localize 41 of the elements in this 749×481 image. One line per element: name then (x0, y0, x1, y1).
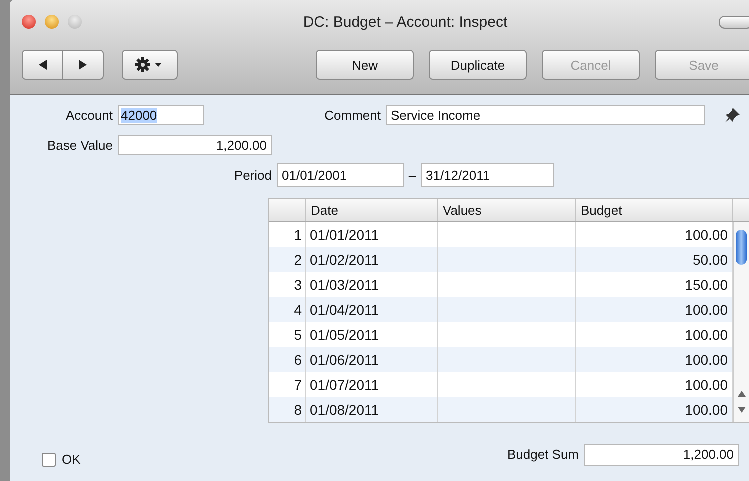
pin-icon[interactable] (724, 106, 742, 124)
field-label: Comment (324, 108, 382, 122)
left-arrow-icon (38, 60, 48, 70)
account-field[interactable]: 42000 (118, 105, 204, 125)
range-separator: – (408, 168, 418, 182)
window-title: DC: Budget – Account: Inspect (302, 14, 509, 30)
ok-checkbox[interactable] (42, 452, 56, 466)
gear-icon (135, 57, 165, 73)
base-value-field[interactable]: 1,200.00 (118, 135, 272, 155)
table-cell: 01/02/2011 (306, 247, 438, 272)
column-header[interactable]: Budget (576, 199, 733, 221)
close-button[interactable] (22, 15, 36, 29)
table-cell: 01/08/2011 (306, 397, 438, 422)
column-header[interactable]: Values (438, 199, 576, 221)
scrollbar[interactable] (733, 222, 749, 422)
row-number: 8 (269, 397, 306, 422)
toolbar-toggle-button[interactable] (719, 16, 749, 28)
actions-menu-button[interactable] (122, 50, 178, 80)
toolbar-button[interactable]: New (316, 50, 414, 80)
checkbox-label: OK (62, 452, 81, 467)
right-arrow-icon (78, 60, 88, 70)
comment-field[interactable]: Service Income (386, 105, 705, 125)
field-label: Base Value (46, 138, 114, 152)
row-number: 2 (269, 247, 306, 272)
period-from-field[interactable]: 01/01/2001 (277, 163, 404, 187)
forward-button[interactable] (63, 50, 104, 80)
period-to-field[interactable]: 31/12/2011 (421, 163, 554, 187)
field-label: Account (65, 108, 114, 122)
toolbar-button[interactable]: Duplicate (429, 50, 527, 80)
field-label: Period (233, 168, 273, 182)
down-arrow-icon[interactable] (738, 406, 746, 414)
row-number: 6 (269, 347, 306, 372)
scroll-thumb[interactable] (736, 230, 747, 265)
table-cell: 01/06/2011 (306, 347, 438, 372)
budget-sum-field: 1,200.00 (584, 444, 739, 466)
field-label: Budget Sum (507, 447, 580, 462)
up-arrow-icon[interactable] (738, 390, 746, 398)
back-button[interactable] (22, 50, 63, 80)
table-cell: 01/04/2011 (306, 297, 438, 322)
column-header[interactable]: Date (306, 199, 438, 221)
row-number: 4 (269, 297, 306, 322)
